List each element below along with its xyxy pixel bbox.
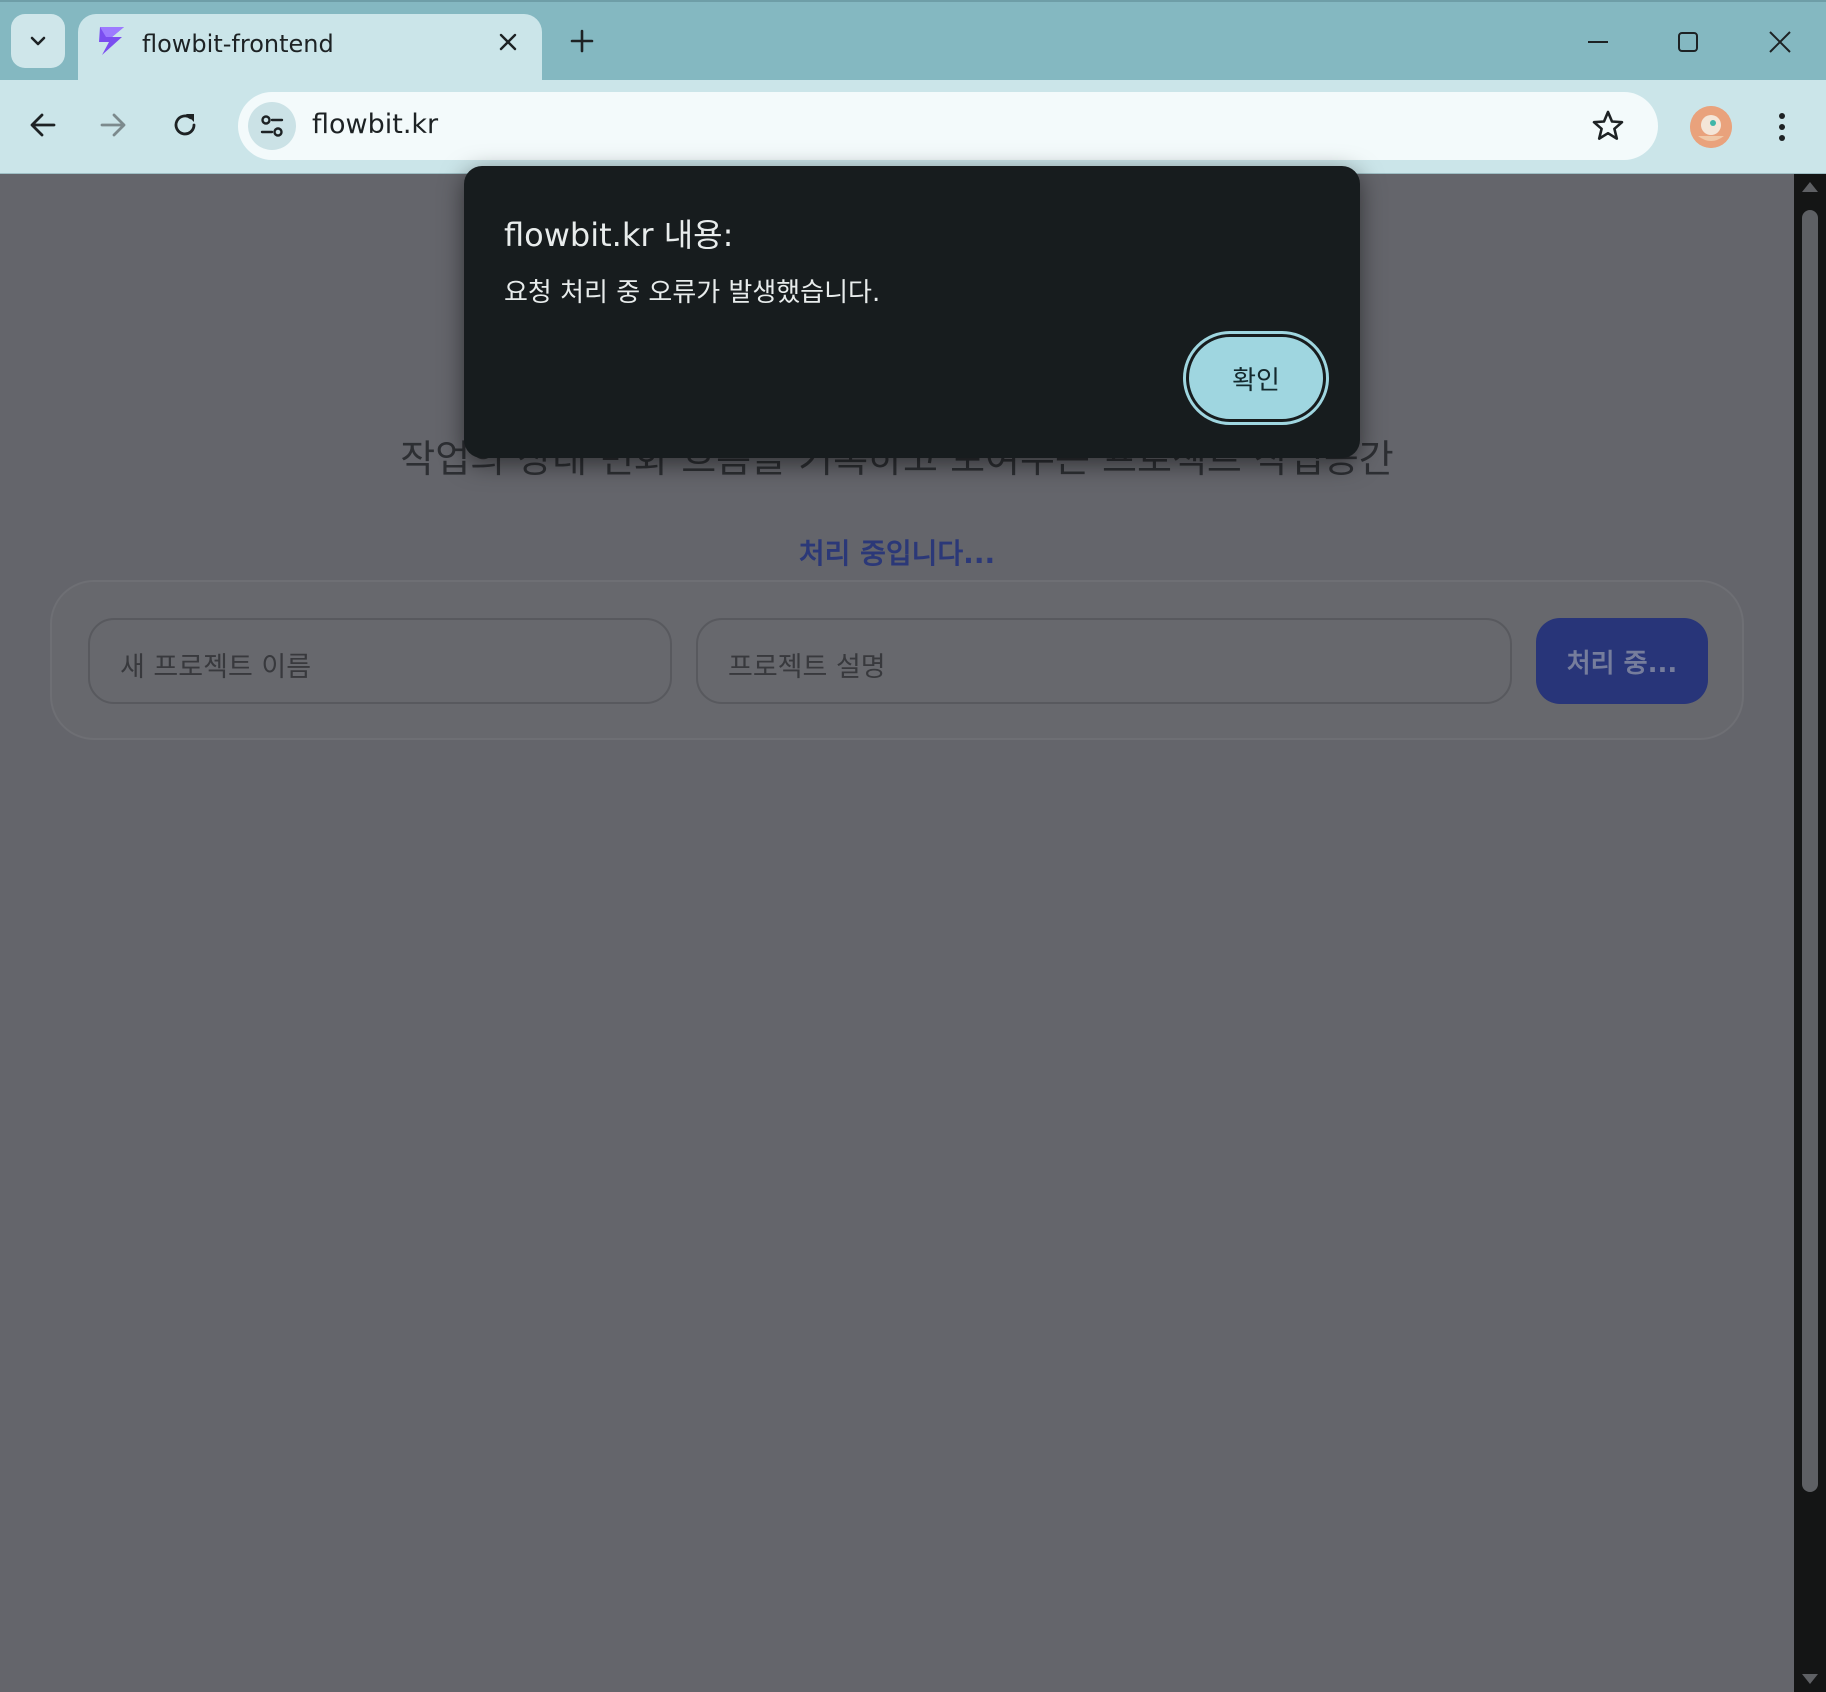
bookmark-star-icon[interactable] [1590, 108, 1626, 144]
close-icon [499, 33, 517, 51]
create-project-button[interactable]: 처리 중... [1536, 618, 1708, 704]
minimize-icon [1588, 41, 1608, 43]
project-name-input[interactable]: 새 프로젝트 이름 [88, 618, 672, 704]
forward-button[interactable] [90, 102, 136, 148]
browser-tab-active[interactable]: flowbit-frontend [78, 14, 542, 82]
browser-toolbar: flowbit.kr [0, 80, 1826, 174]
browser-menu-button[interactable] [1762, 104, 1802, 150]
maximize-icon [1678, 32, 1698, 52]
scroll-up-arrow-icon[interactable] [1802, 182, 1818, 192]
project-name-placeholder: 새 프로젝트 이름 [120, 652, 312, 683]
dialog-title: flowbit.kr 내용: [504, 216, 734, 254]
plus-icon [570, 29, 594, 53]
site-info-button[interactable] [248, 102, 296, 150]
more-vertical-icon [1779, 113, 1785, 141]
chevron-down-icon [30, 36, 46, 46]
dialog-ok-button[interactable]: 확인 [1183, 331, 1329, 425]
back-button[interactable] [20, 102, 66, 148]
reload-icon [174, 114, 196, 136]
tab-search-button[interactable] [11, 14, 65, 68]
arrow-right-icon [100, 113, 126, 137]
scroll-down-arrow-icon[interactable] [1802, 1674, 1818, 1684]
tab-close-button[interactable] [492, 26, 524, 58]
close-icon [1769, 31, 1791, 53]
tab-title: flowbit-frontend [142, 30, 334, 58]
arrow-left-icon [30, 113, 56, 137]
project-description-placeholder: 프로젝트 설명 [728, 652, 886, 683]
maximize-button[interactable] [1668, 22, 1708, 62]
profile-avatar[interactable] [1690, 106, 1732, 148]
window-close-button[interactable] [1760, 22, 1800, 62]
status-message: 처리 중입니다... [798, 537, 996, 570]
alert-dialog: flowbit.kr 내용: 요청 처리 중 오류가 발생했습니다. 확인 [464, 166, 1360, 458]
new-tab-button[interactable] [565, 24, 599, 58]
vertical-scrollbar[interactable] [1794, 174, 1826, 1692]
tune-icon [260, 115, 284, 137]
lightning-favicon-icon [99, 27, 124, 55]
address-bar[interactable]: flowbit.kr [238, 92, 1658, 160]
project-description-input[interactable]: 프로젝트 설명 [696, 618, 1512, 704]
scrollbar-thumb[interactable] [1802, 210, 1818, 1492]
reload-button[interactable] [162, 102, 208, 148]
tab-strip: flowbit-frontend [0, 0, 1826, 82]
create-project-form: 새 프로젝트 이름 프로젝트 설명 처리 중... [50, 580, 1744, 740]
dialog-message: 요청 처리 중 오류가 발생했습니다. [504, 278, 881, 308]
profile-avatar-icon [1690, 106, 1732, 148]
minimize-button[interactable] [1578, 22, 1618, 62]
url-text[interactable]: flowbit.kr [312, 109, 438, 140]
